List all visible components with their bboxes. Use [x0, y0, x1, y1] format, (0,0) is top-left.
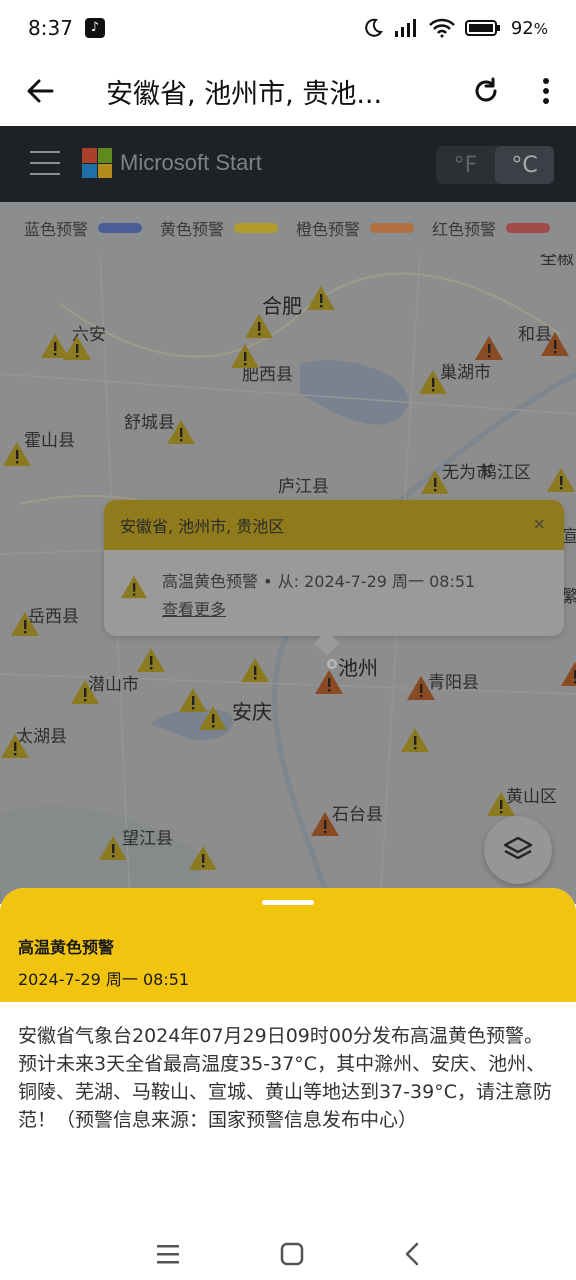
menu-icon[interactable] — [156, 1243, 180, 1265]
place-label: 宣州 — [562, 527, 576, 547]
popup-location: 安徽省, 池州市, 贵池区 — [120, 517, 285, 536]
legend-label: 蓝色预警 — [24, 220, 89, 239]
back-button[interactable] — [0, 56, 80, 126]
legend-orange: 橙色预警 — [296, 216, 415, 240]
warning-icon[interactable] — [486, 790, 516, 818]
legend-swatch — [98, 223, 143, 233]
fahrenheit-button[interactable]: °F — [436, 146, 495, 184]
alert-time: 2024-7-29 周一 08:51 — [18, 970, 190, 989]
refresh-icon — [475, 77, 497, 102]
warning-icon[interactable] — [198, 704, 228, 732]
warning-icon[interactable] — [188, 844, 218, 872]
warning-icon[interactable] — [560, 660, 576, 688]
celsius-button[interactable]: °C — [495, 146, 554, 184]
legend-yellow: 黄色预警 — [160, 216, 279, 240]
warning-icon[interactable] — [474, 334, 504, 362]
close-icon[interactable]: × — [533, 514, 546, 533]
legend-swatch — [234, 223, 279, 233]
status-icons: 92% — [363, 18, 548, 39]
more-options-button[interactable] — [516, 56, 576, 126]
legend-swatch — [506, 223, 551, 233]
back-nav-icon[interactable] — [404, 1242, 420, 1266]
sheet-header: 高温黄色预警 2024-7-29 周一 08:51 — [0, 888, 576, 1002]
popup-alert-line: 高温黄色预警 • 从: 2024-7-29 周一 08:51 — [162, 568, 564, 592]
popup-from-time: 2024-7-29 周一 08:51 — [304, 572, 476, 591]
legend-label: 红色预警 — [432, 220, 497, 239]
warning-icon — [121, 575, 147, 599]
popup-alert-name: 高温黄色预警 — [162, 572, 259, 591]
place-label: 庐江县 — [278, 477, 329, 497]
legend-red: 红色预警 — [432, 216, 551, 240]
warning-icon[interactable] — [98, 834, 128, 862]
hamburger-menu-icon[interactable] — [30, 151, 60, 175]
system-nav-bar — [0, 1228, 576, 1280]
moon-icon — [365, 18, 383, 37]
warning-icon[interactable] — [310, 810, 340, 838]
warning-icon[interactable] — [240, 656, 270, 684]
location-alert-popup: 安徽省, 池州市, 贵池区 × 高温黄色预警 • 从: 2024-7-29 周一… — [104, 500, 564, 636]
warning-icon[interactable] — [546, 466, 576, 494]
warning-icon[interactable] — [306, 284, 336, 312]
place-label: 池州 — [338, 656, 378, 680]
alert-detail-sheet: 高温黄色预警 2024-7-29 周一 08:51 安徽省气象台2024年07月… — [0, 888, 576, 1228]
warning-icon[interactable] — [420, 468, 450, 496]
legend-label: 橙色预警 — [296, 220, 361, 239]
warning-icon[interactable] — [400, 726, 430, 754]
microsoft-logo — [82, 148, 112, 178]
layers-icon — [503, 836, 533, 860]
signal-icon — [394, 19, 416, 37]
status-bar: 8:37 ♪ 92% — [0, 0, 576, 56]
warning-icon[interactable] — [540, 330, 570, 358]
warning-icon[interactable] — [314, 668, 344, 696]
warning-icon[interactable] — [418, 368, 448, 396]
place-label: 繁昌 — [562, 587, 576, 607]
popup-header: 安徽省, 池州市, 贵池区 — [104, 500, 564, 550]
legend-blue: 蓝色预警 — [24, 216, 143, 240]
home-icon[interactable] — [280, 1242, 304, 1266]
layers-button[interactable] — [484, 816, 552, 884]
warning-icon[interactable] — [166, 418, 196, 446]
warning-icon[interactable] — [2, 440, 32, 468]
wifi-icon — [428, 18, 455, 38]
alert-legend: 蓝色预警 黄色预警 橙色预警 红色预警 — [0, 202, 576, 254]
tiktok-icon: ♪ — [84, 18, 105, 38]
see-more-link[interactable]: 查看更多 — [162, 596, 564, 620]
warning-icon[interactable] — [0, 732, 30, 760]
page-title: 安徽省, 池州市, 贵池... — [106, 78, 383, 110]
place-label: 望江县 — [122, 829, 173, 849]
brand-name: Microsoft Start — [120, 150, 262, 175]
temperature-unit-toggle: °F °C — [436, 146, 554, 184]
legend-swatch — [370, 223, 415, 233]
legend-label: 黄色预警 — [160, 220, 225, 239]
warning-icon[interactable] — [136, 646, 166, 674]
more-vertical-icon — [543, 78, 549, 104]
arrow-left-icon — [27, 79, 54, 103]
popup-body: 高温黄色预警 • 从: 2024-7-29 周一 08:51 查看更多 — [104, 550, 564, 620]
battery-level: 92% — [510, 17, 548, 39]
warning-icon[interactable] — [62, 334, 92, 362]
place-label: 全椒 — [540, 254, 574, 269]
warning-icon[interactable] — [230, 342, 260, 370]
warning-icon[interactable] — [10, 610, 40, 638]
battery-icon — [464, 20, 500, 36]
alert-description: 安徽省气象台2024年07月29日09时00分发布高温黄色预警。预计未来3天全省… — [18, 1025, 552, 1131]
app-bar: 安徽省, 池州市, 贵池... — [0, 56, 576, 126]
drag-handle[interactable] — [262, 900, 314, 905]
status-time: 8:37 — [28, 16, 73, 40]
warning-icon[interactable] — [244, 312, 274, 340]
popup-from-label: • 从: — [263, 572, 300, 591]
warning-icon[interactable] — [406, 674, 436, 702]
location-marker — [327, 659, 337, 669]
alert-title: 高温黄色预警 — [18, 938, 115, 957]
place-label: 安庆 — [232, 700, 272, 724]
place-label: 鸠江区 — [480, 463, 531, 483]
warning-icon[interactable] — [70, 678, 100, 706]
refresh-button[interactable] — [456, 56, 516, 126]
